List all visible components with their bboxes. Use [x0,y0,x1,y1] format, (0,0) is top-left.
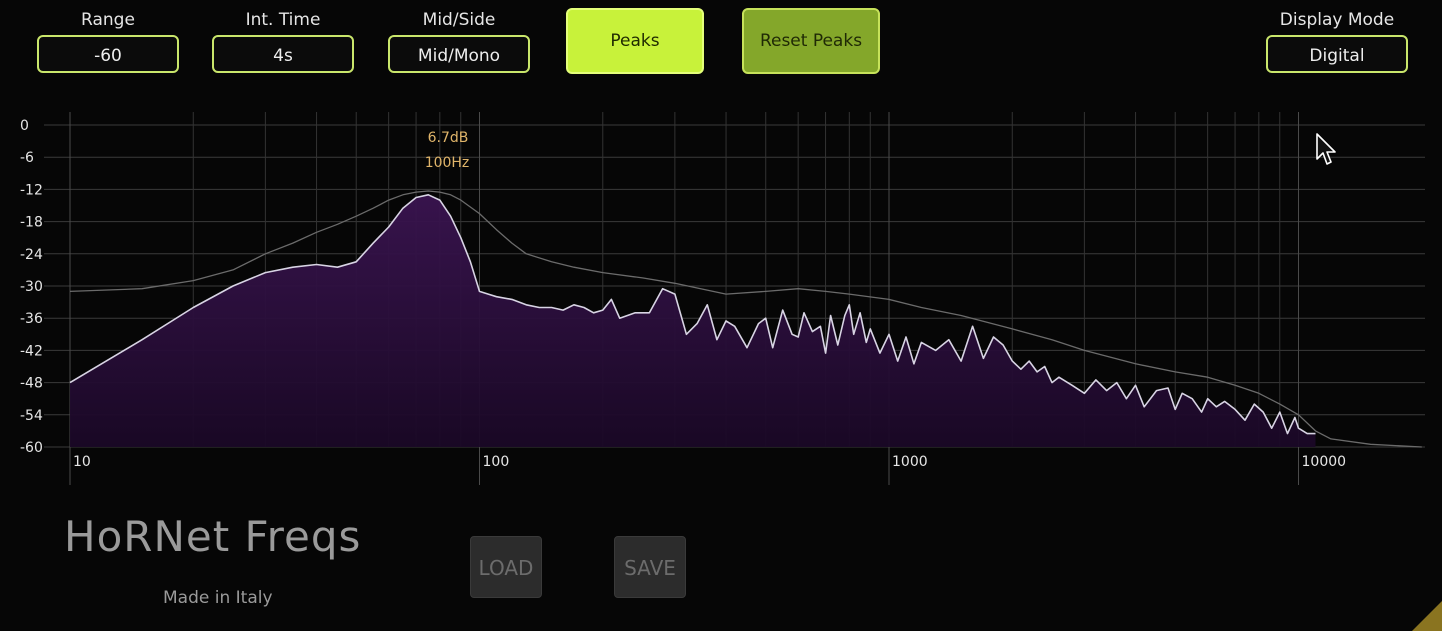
y-tick-label: -48 [20,376,43,392]
int-time-control: Int. Time 4s [212,9,354,73]
y-tick-label: -18 [20,215,43,231]
brand-name: HoRNet Freqs [64,512,362,561]
y-tick-label: -60 [20,440,43,456]
display-mode-select[interactable]: Digital [1266,35,1408,73]
peak-frequency-readout: 100Hz [425,155,470,171]
x-tick-label: 100 [483,454,510,470]
y-tick-label: -54 [20,408,43,424]
y-tick-label: -42 [20,343,43,359]
resize-handle[interactable] [1412,601,1442,631]
y-tick-label: -24 [20,247,43,263]
range-control: Range -60 [37,9,179,73]
display-mode-control: Display Mode Digital [1266,9,1408,73]
range-select[interactable]: -60 [37,35,179,73]
mid-side-label: Mid/Side [422,10,496,30]
brand-tagline: Made in Italy [163,588,273,608]
int-time-label: Int. Time [245,10,321,30]
save-button[interactable]: SAVE [614,536,686,598]
int-time-select[interactable]: 4s [212,35,354,73]
y-tick-label: 0 [20,118,29,134]
mid-side-select[interactable]: Mid/Mono [388,35,530,73]
load-button[interactable]: LOAD [470,536,542,598]
x-tick-label: 1000 [892,454,928,470]
y-tick-label: -30 [20,279,43,295]
mid-side-control: Mid/Side Mid/Mono [388,9,530,73]
spectrum-analyzer[interactable]: 0 -6 -12 -18 -24 -30 -36 -42 -48 -54 -60 10 100 1000 1… [0,100,1442,490]
y-tick-label: -6 [20,150,34,166]
reset-peaks-button[interactable]: Reset Peaks [742,8,880,74]
x-tick-label: 10 [73,454,91,470]
y-tick-label: -36 [20,311,43,327]
display-mode-label: Display Mode [1279,10,1395,30]
y-tick-label: -12 [20,182,43,198]
spectrum-fill [70,194,1316,447]
peaks-button[interactable]: Peaks [566,8,704,74]
range-label: Range [81,10,135,30]
peak-db-readout: 6.7dB [428,130,469,146]
mouse-pointer-icon [1316,133,1336,165]
x-tick-label: 10000 [1302,454,1347,470]
